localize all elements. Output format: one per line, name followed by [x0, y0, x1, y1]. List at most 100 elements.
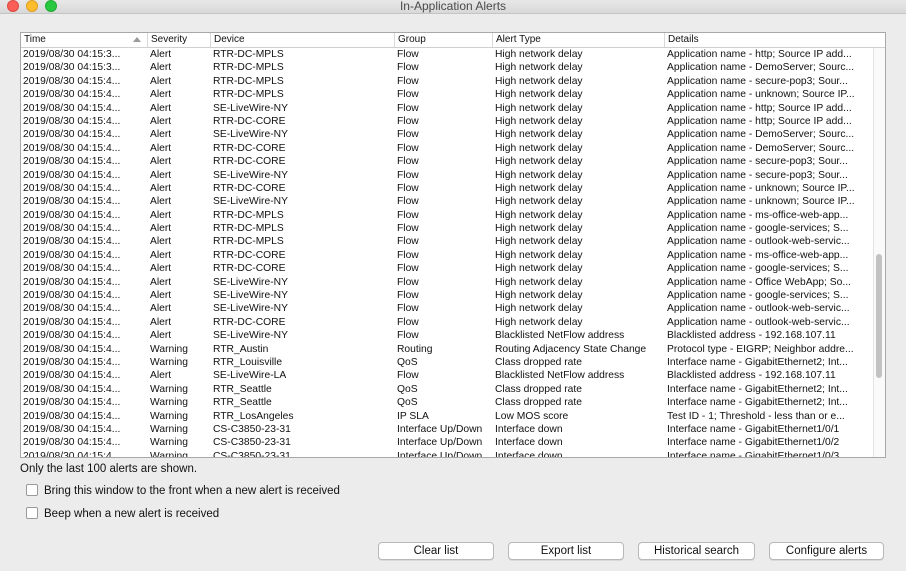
cell-device: RTR-DC-CORE — [213, 142, 286, 154]
bring-to-front-checkbox[interactable] — [26, 483, 38, 496]
table-row[interactable]: 2019/08/30 04:15:4... Warning RTR_Seattle Q… — [21, 383, 875, 396]
cell-time: 2019/08/30 04:15:4... — [23, 75, 121, 87]
table-row[interactable]: 2019/08/30 04:15:4... Alert RTR-DC-MPLS Flo… — [21, 88, 875, 101]
cell-alert-type: High network delay — [495, 75, 583, 87]
table-row[interactable]: 2019/08/30 04:15:4... Alert SE-LiveWire-NY… — [21, 302, 875, 315]
cell-details: Application name - DemoServer; Sourc... — [667, 142, 855, 154]
cell-details: Application name - DemoServer; Sourc... — [667, 62, 855, 74]
cell-severity: Alert — [150, 370, 172, 382]
bring-to-front-option[interactable]: Bring this window to the front when a ne… — [26, 483, 340, 498]
alerts-limit-note: Only the last 100 alerts are shown. — [20, 463, 198, 475]
cell-severity: Warning — [150, 356, 188, 368]
cell-details: Application name - unknown; Source IP... — [667, 89, 855, 101]
cell-severity: Alert — [150, 249, 172, 261]
cell-details: Application name - unknown; Source IP... — [667, 196, 855, 208]
table-row[interactable]: 2019/08/30 04:15:3... Alert RTR-DC-MPLS Flo… — [21, 48, 875, 61]
cell-alert-type: High network delay — [495, 316, 583, 328]
cell-details: Application name - http; Source IP add..… — [667, 115, 852, 127]
table-body: 2019/08/30 04:15:3... Alert RTR-DC-MPLS Flo… — [21, 48, 875, 458]
cell-group: Interface Up/Down — [397, 437, 483, 449]
cell-group: Flow — [397, 209, 419, 221]
column-header-group[interactable]: Group — [395, 33, 493, 47]
beep-checkbox[interactable] — [26, 506, 38, 519]
table-row[interactable]: 2019/08/30 04:15:4... Alert RTR-DC-CORE Flo… — [21, 316, 875, 329]
cell-time: 2019/08/30 04:15:4... — [23, 249, 121, 261]
cell-group: Flow — [397, 142, 419, 154]
cell-alert-type: High network delay — [495, 169, 583, 181]
export-list-button[interactable]: Export list — [508, 542, 624, 560]
cell-details: Application name - google-services; S... — [667, 263, 849, 275]
cell-device: RTR-DC-MPLS — [213, 49, 284, 60]
column-header-details[interactable]: Details — [665, 33, 885, 47]
table-row[interactable]: 2019/08/30 04:15:4... Alert RTR-DC-MPLS Flo… — [21, 235, 875, 248]
cell-alert-type: Class dropped rate — [495, 356, 583, 368]
cell-alert-type: High network delay — [495, 89, 583, 101]
cell-alert-type: Class dropped rate — [495, 383, 583, 395]
cell-group: Flow — [397, 370, 419, 382]
cell-time: 2019/08/30 04:15:4... — [23, 316, 121, 328]
table-row[interactable]: 2019/08/30 04:15:4... Alert RTR-DC-MPLS Flo… — [21, 209, 875, 222]
cell-device: SE-LiveWire-NY — [213, 290, 288, 302]
cell-device: SE-LiveWire-NY — [213, 169, 288, 181]
column-header-alert-type[interactable]: Alert Type — [493, 33, 665, 47]
cell-group: Flow — [397, 223, 419, 235]
cell-group: Flow — [397, 182, 419, 194]
table-row[interactable]: 2019/08/30 04:15:4... Alert RTR-DC-CORE Flo… — [21, 262, 875, 275]
table-row[interactable]: 2019/08/30 04:15:4... Alert SE-LiveWire-NY… — [21, 329, 875, 342]
configure-alerts-button[interactable]: Configure alerts — [769, 542, 884, 560]
table-row[interactable]: 2019/08/30 04:15:4... Warning RTR_Austin Ro… — [21, 343, 875, 356]
alerts-table: Time Severity Device Group Alert Type De… — [20, 32, 886, 458]
table-row[interactable]: 2019/08/30 04:15:4... Warning CS-C3850-23-… — [21, 450, 875, 458]
cell-time: 2019/08/30 04:15:4... — [23, 383, 121, 395]
table-row[interactable]: 2019/08/30 04:15:4... Alert RTR-DC-CORE Flo… — [21, 182, 875, 195]
cell-alert-type: High network delay — [495, 196, 583, 208]
cell-severity: Alert — [150, 263, 172, 275]
cell-severity: Warning — [150, 410, 188, 422]
cell-alert-type: Interface down — [495, 423, 563, 435]
cell-details: Application name - http; Source IP add..… — [667, 102, 852, 114]
table-row[interactable]: 2019/08/30 04:15:4... Warning RTR_Louisvil… — [21, 356, 875, 369]
column-header-device[interactable]: Device — [211, 33, 395, 47]
cell-group: QoS — [397, 356, 418, 368]
table-row[interactable]: 2019/08/30 04:15:4... Warning RTR_Seattle Q… — [21, 396, 875, 409]
table-row[interactable]: 2019/08/30 04:15:4... Alert RTR-DC-MPLS Flo… — [21, 222, 875, 235]
cell-group: Flow — [397, 62, 419, 74]
table-row[interactable]: 2019/08/30 04:15:4... Alert RTR-DC-CORE Flo… — [21, 142, 875, 155]
vertical-scrollbar[interactable] — [873, 48, 885, 457]
table-row[interactable]: 2019/08/30 04:15:4... Alert SE-LiveWire-NY… — [21, 289, 875, 302]
cell-group: Flow — [397, 330, 419, 342]
table-row[interactable]: 2019/08/30 04:15:4... Warning CS-C3850-23-… — [21, 436, 875, 449]
table-row[interactable]: 2019/08/30 04:15:4... Alert RTR-DC-CORE Flo… — [21, 249, 875, 262]
cell-severity: Alert — [150, 156, 172, 168]
cell-group: Interface Up/Down — [397, 450, 483, 458]
cell-alert-type: High network delay — [495, 49, 583, 60]
table-row[interactable]: 2019/08/30 04:15:4... Alert SE-LiveWire-LA… — [21, 369, 875, 382]
column-header-severity[interactable]: Severity — [148, 33, 211, 47]
table-row[interactable]: 2019/08/30 04:15:4... Alert RTR-DC-CORE Flo… — [21, 155, 875, 168]
table-row[interactable]: 2019/08/30 04:15:4... Alert SE-LiveWire-NY… — [21, 102, 875, 115]
table-row[interactable]: 2019/08/30 04:15:4... Warning CS-C3850-23-… — [21, 423, 875, 436]
cell-time: 2019/08/30 04:15:4... — [23, 356, 121, 368]
beep-option[interactable]: Beep when a new alert is received — [26, 506, 219, 521]
cell-device: RTR-DC-MPLS — [213, 62, 284, 74]
column-header-time[interactable]: Time — [21, 33, 148, 47]
cell-severity: Alert — [150, 182, 172, 194]
cell-group: Flow — [397, 263, 419, 275]
table-row[interactable]: 2019/08/30 04:15:4... Alert RTR-DC-MPLS Flo… — [21, 75, 875, 88]
cell-device: CS-C3850-23-31 — [213, 450, 291, 458]
table-row[interactable]: 2019/08/30 04:15:3... Alert RTR-DC-MPLS Flo… — [21, 61, 875, 74]
cell-device: RTR-DC-CORE — [213, 316, 286, 328]
table-row[interactable]: 2019/08/30 04:15:4... Warning RTR_LosAngel… — [21, 410, 875, 423]
clear-list-button[interactable]: Clear list — [378, 542, 494, 560]
table-row[interactable]: 2019/08/30 04:15:4... Alert SE-LiveWire-NY… — [21, 276, 875, 289]
table-row[interactable]: 2019/08/30 04:15:4... Alert SE-LiveWire-NY… — [21, 128, 875, 141]
table-row[interactable]: 2019/08/30 04:15:4... Alert SE-LiveWire-NY… — [21, 169, 875, 182]
historical-search-button[interactable]: Historical search — [638, 542, 755, 560]
column-header-label: Time — [24, 34, 46, 45]
cell-device: RTR-DC-MPLS — [213, 209, 284, 221]
cell-time: 2019/08/30 04:15:4... — [23, 182, 121, 194]
table-row[interactable]: 2019/08/30 04:15:4... Alert RTR-DC-CORE Flo… — [21, 115, 875, 128]
table-row[interactable]: 2019/08/30 04:15:4... Alert SE-LiveWire-NY… — [21, 195, 875, 208]
cell-severity: Alert — [150, 169, 172, 181]
scrollbar-thumb[interactable] — [876, 254, 882, 378]
